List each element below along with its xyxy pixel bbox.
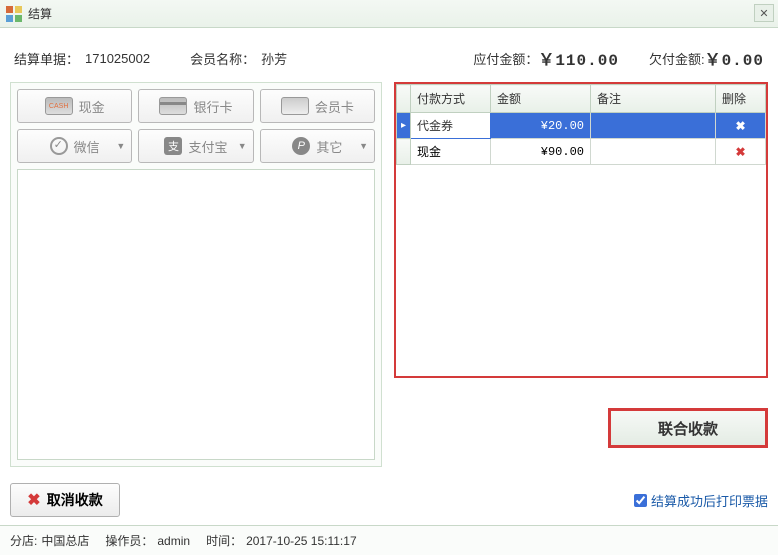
cell-remark [591, 139, 716, 165]
due-label: 应付金额： [473, 49, 538, 68]
operator-label: 操作员： [105, 532, 153, 549]
order-label: 结算单据： [14, 49, 79, 68]
print-checkbox-input[interactable] [634, 494, 647, 507]
wechat-label: 微信 [74, 137, 100, 156]
print-label: 结算成功后打印票据 [651, 491, 768, 510]
owe-label: 欠付金额: [649, 49, 705, 68]
membercard-label: 会员卡 [315, 97, 354, 116]
col-amount-header[interactable]: 金额 [491, 85, 591, 113]
close-icon: ✖ [27, 490, 40, 510]
delete-row-button[interactable]: ✖ [716, 113, 766, 139]
cell-amount: ¥20.00 [491, 113, 591, 139]
branch-value: 中国总店 [41, 532, 89, 549]
app-icon [6, 6, 22, 22]
cash-label: 现金 [79, 97, 105, 116]
combine-payment-button[interactable]: 联合收款 [608, 408, 768, 448]
cash-icon: CASH [45, 97, 73, 115]
statusbar: 分店: 中国总店 操作员： admin 时间： 2017-10-25 15:11… [0, 525, 778, 555]
delete-row-button[interactable]: ✖ [716, 139, 766, 165]
table-row[interactable]: 现金 ¥90.00 ✖ [397, 139, 766, 165]
cell-method[interactable]: 现金 [411, 139, 491, 165]
payment-method-grid: CASH 现金 银行卡 会员卡 微信 ▼ 支 支付 [17, 89, 375, 163]
main-row: CASH 现金 银行卡 会员卡 微信 ▼ 支 支付 [10, 82, 768, 467]
membercard-button[interactable]: 会员卡 [260, 89, 375, 123]
window-title: 结算 [28, 5, 52, 22]
member-label: 会员名称： [190, 49, 255, 68]
cancel-label: 取消收款 [47, 490, 103, 510]
row-marker-icon: ▸ [397, 113, 411, 139]
bankcard-icon [159, 97, 187, 115]
payment-table-wrap: 付款方式 金额 备注 删除 ▸ 代金券 ¥20.00 ✖ [394, 82, 768, 378]
blank-area [17, 169, 375, 460]
alipay-label: 支付宝 [188, 137, 227, 156]
titlebar: 结算 ✕ [0, 0, 778, 28]
cell-amount: ¥90.00 [491, 139, 591, 165]
info-row: 结算单据： 171025002 会员名称： 孙芳 应付金额： ￥110.00 欠… [10, 36, 768, 82]
action-row: 联合收款 [394, 408, 768, 448]
member-name: 孙芳 [261, 49, 287, 68]
table-row[interactable]: ▸ 代金券 ¥20.00 ✖ [397, 113, 766, 139]
left-panel: CASH 现金 银行卡 会员卡 微信 ▼ 支 支付 [10, 82, 382, 467]
other-icon: P [292, 137, 310, 155]
col-delete-header[interactable]: 删除 [716, 85, 766, 113]
bankcard-button[interactable]: 银行卡 [138, 89, 253, 123]
content-area: 结算单据： 171025002 会员名称： 孙芳 应付金额： ￥110.00 欠… [0, 28, 778, 525]
close-button[interactable]: ✕ [754, 4, 774, 22]
cell-method[interactable]: 代金券 [411, 113, 491, 139]
cancel-payment-button[interactable]: ✖ 取消收款 [10, 483, 120, 517]
bankcard-label: 银行卡 [193, 97, 232, 116]
alipay-icon: 支 [164, 137, 182, 155]
other-button[interactable]: P 其它 ▼ [260, 129, 375, 163]
time-label: 时间： [206, 532, 242, 549]
right-panel: 付款方式 金额 备注 删除 ▸ 代金券 ¥20.00 ✖ [394, 82, 768, 467]
cell-remark [591, 113, 716, 139]
print-receipt-checkbox[interactable]: 结算成功后打印票据 [634, 491, 768, 510]
chevron-down-icon: ▼ [116, 141, 125, 151]
operator-value: admin [157, 534, 190, 548]
row-marker-icon [397, 139, 411, 165]
cash-button[interactable]: CASH 现金 [17, 89, 132, 123]
chevron-down-icon: ▼ [238, 141, 247, 151]
col-remark-header[interactable]: 备注 [591, 85, 716, 113]
wechat-icon [50, 137, 68, 155]
alipay-button[interactable]: 支 支付宝 ▼ [138, 129, 253, 163]
owe-amount: ￥0.00 [705, 46, 764, 70]
order-number: 171025002 [85, 51, 150, 66]
time-value: 2017-10-25 15:11:17 [246, 534, 357, 548]
chevron-down-icon: ▼ [359, 141, 368, 151]
wechat-button[interactable]: 微信 ▼ [17, 129, 132, 163]
payment-table: 付款方式 金额 备注 删除 ▸ 代金券 ¥20.00 ✖ [396, 84, 766, 165]
bottom-row: ✖ 取消收款 结算成功后打印票据 [10, 483, 768, 517]
due-amount: ￥110.00 [538, 46, 619, 70]
membercard-icon [281, 97, 309, 115]
row-marker-header [397, 85, 411, 113]
col-method-header[interactable]: 付款方式 [411, 85, 491, 113]
other-label: 其它 [316, 137, 342, 156]
branch-label: 分店: [10, 532, 37, 549]
